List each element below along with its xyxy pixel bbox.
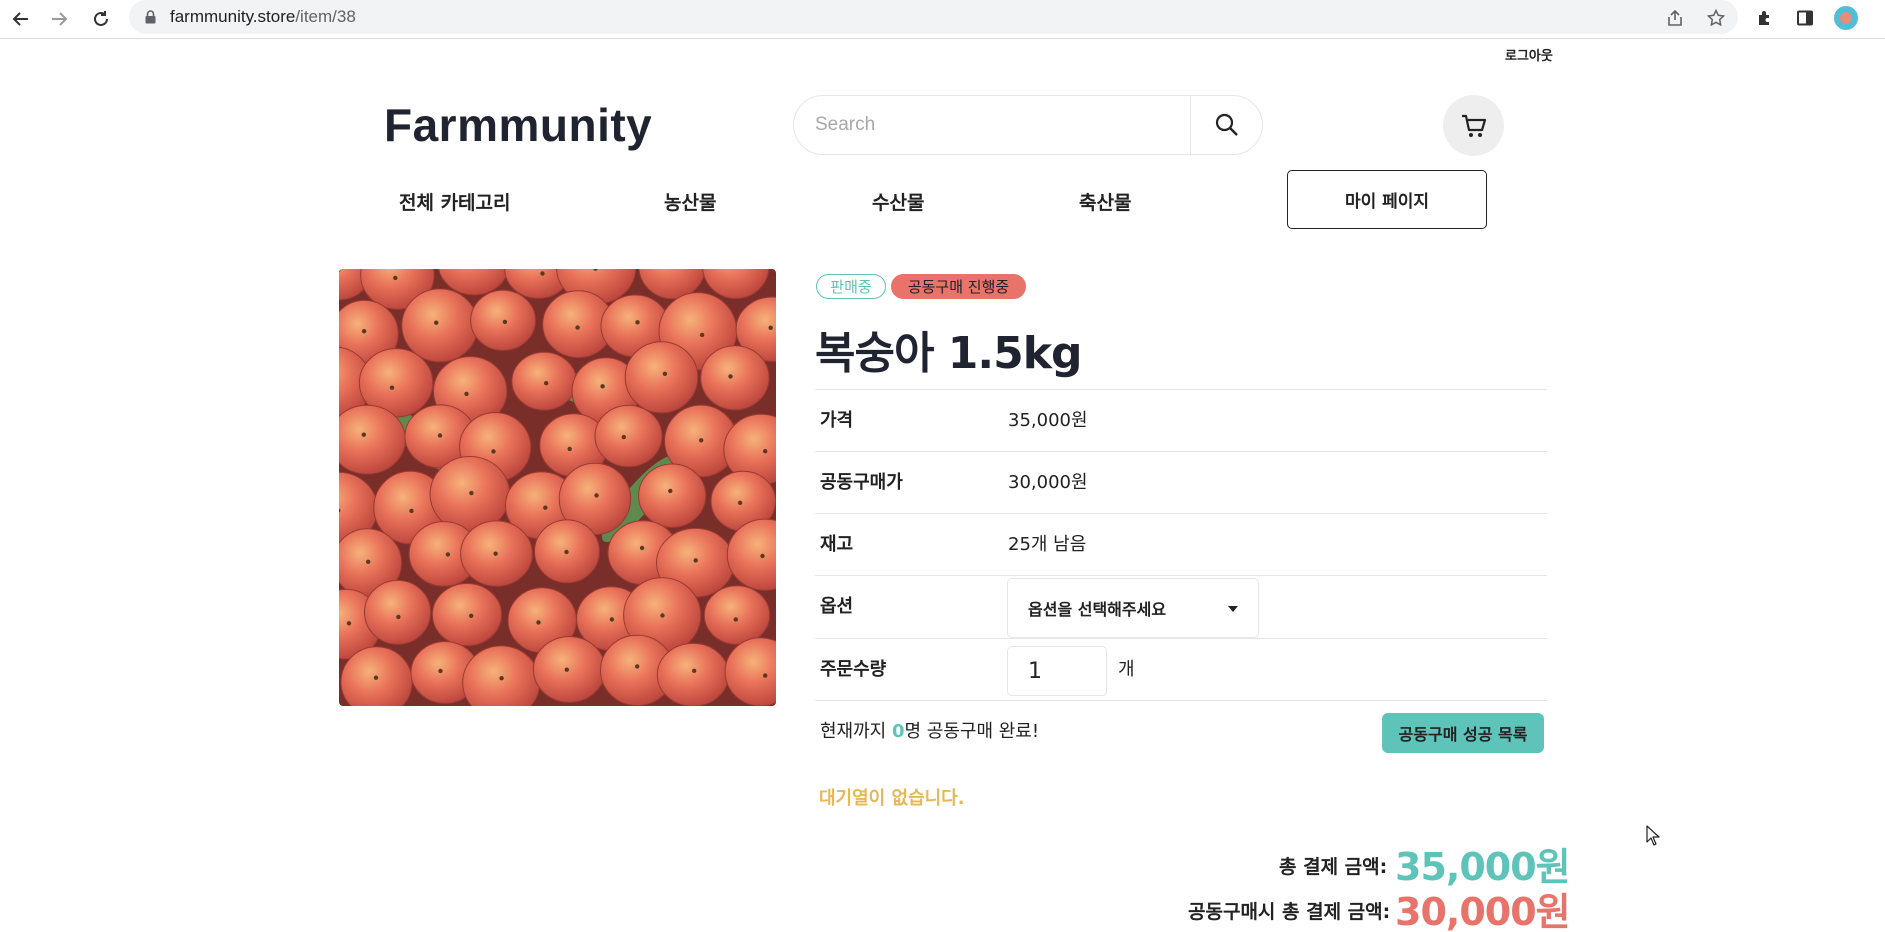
stock-row: 재고 25개 남음 xyxy=(815,513,1547,576)
price-value: 35,000원 xyxy=(1008,410,1088,431)
cart-icon xyxy=(1461,114,1486,137)
nav-item-seafood[interactable]: 수산물 xyxy=(872,188,924,215)
cart-button[interactable] xyxy=(1443,95,1504,156)
lock-icon xyxy=(145,10,156,24)
peach xyxy=(624,341,699,414)
logout-link[interactable]: 로그아웃 xyxy=(1505,45,1553,64)
group-buy-count-text: 현재까지 0명 공동구매 완료! xyxy=(820,721,1040,742)
nav-item-all-categories[interactable]: 전체 카테고리 xyxy=(399,188,511,215)
search-icon xyxy=(1215,113,1238,136)
dropdown-arrow-icon xyxy=(1228,606,1238,612)
quantity-label: 주문수량 xyxy=(820,659,887,680)
group-status-row: 현재까지 0명 공동구매 완료! 공동구매 성공 목록 xyxy=(815,700,1547,763)
group-buy-success-list-button[interactable]: 공동구매 성공 목록 xyxy=(1382,713,1544,753)
waitlist-status: 대기열이 없습니다. xyxy=(819,788,965,809)
stock-label: 재고 xyxy=(820,534,854,555)
price-row: 가격 35,000원 xyxy=(815,389,1547,452)
group-buy-badge: 공동구매 진행중 xyxy=(891,274,1026,299)
group-buy-count: 0 xyxy=(891,721,905,742)
quantity-row: 주문수량 개 xyxy=(815,638,1547,701)
option-row: 옵션 옵션을 선택해주세요 xyxy=(815,575,1547,638)
group-price-row: 공동구매가 30,000원 xyxy=(815,451,1547,514)
peach xyxy=(594,404,663,468)
bookmark-star-icon[interactable] xyxy=(1704,6,1728,30)
option-select-value: 옵션을 선택해주세요 xyxy=(1028,600,1167,619)
product-image xyxy=(339,269,776,706)
stock-value: 25개 남음 xyxy=(1008,534,1087,555)
profile-avatar-icon[interactable] xyxy=(1834,6,1858,30)
search-bar xyxy=(793,95,1263,155)
peach xyxy=(364,579,432,645)
back-icon[interactable] xyxy=(8,6,34,32)
mypage-button[interactable]: 마이 페이지 xyxy=(1287,170,1487,229)
peach xyxy=(700,345,770,411)
peach xyxy=(401,288,479,363)
mouse-pointer-icon xyxy=(1646,825,1660,846)
forward-icon[interactable] xyxy=(46,6,72,32)
peach xyxy=(656,642,730,706)
address-bar[interactable]: farmmunity.store/item/38 xyxy=(129,0,1738,34)
group-total-price-label: 공동구매시 총 결제 금액: xyxy=(1188,901,1391,923)
extensions-icon[interactable] xyxy=(1753,6,1777,30)
peach xyxy=(431,583,503,647)
peach xyxy=(470,289,537,352)
search-button[interactable] xyxy=(1190,96,1262,154)
site-logo[interactable]: Farmmunity xyxy=(384,98,652,152)
share-icon[interactable] xyxy=(1663,6,1687,30)
product-title: 복숭아 1.5kg xyxy=(815,328,1082,379)
on-sale-badge: 판매중 xyxy=(816,274,886,299)
group-price-value: 30,000원 xyxy=(1008,472,1088,493)
group-price-label: 공동구매가 xyxy=(820,472,903,493)
price-label: 가격 xyxy=(820,410,854,431)
option-select[interactable]: 옵션을 선택해주세요 xyxy=(1007,578,1259,638)
peach xyxy=(511,351,577,411)
browser-toolbar: farmmunity.store/item/38 xyxy=(0,0,1885,39)
side-panel-icon[interactable] xyxy=(1793,6,1817,30)
nav-item-agriculture[interactable]: 농산물 xyxy=(664,188,716,215)
peach xyxy=(638,463,707,528)
reload-icon[interactable] xyxy=(88,6,114,32)
search-input[interactable] xyxy=(794,96,1191,154)
peach xyxy=(703,585,771,645)
url-text: farmmunity.store/item/38 xyxy=(170,7,356,26)
option-label: 옵션 xyxy=(820,596,854,617)
peach xyxy=(532,636,606,703)
total-price-label: 총 결제 금액: xyxy=(1279,856,1388,878)
nav-item-livestock[interactable]: 축산물 xyxy=(1079,188,1131,215)
quantity-unit: 개 xyxy=(1118,659,1135,680)
group-total-price-value: 30,000원 xyxy=(1395,890,1571,932)
quantity-input[interactable] xyxy=(1007,646,1107,696)
